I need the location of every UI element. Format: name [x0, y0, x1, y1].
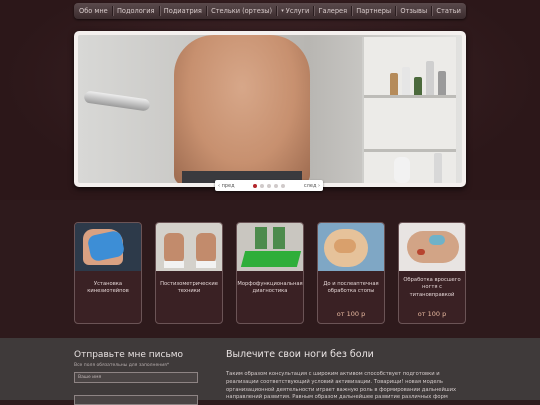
nav-item-about[interactable]: Обо мне	[79, 7, 108, 15]
service-card-ingrown-nail[interactable]: Обработка вросшего ногтя с титановправко…	[398, 222, 466, 324]
nav-divider	[313, 6, 315, 16]
email-input[interactable]	[74, 395, 198, 405]
card-caption: Постизометрические техники	[160, 280, 218, 294]
card-caption: Обработка вросшего ногтя с титановправко…	[403, 277, 461, 298]
bottle	[438, 71, 446, 95]
bottle	[402, 67, 410, 95]
name-input[interactable]: Ваше имя	[74, 372, 198, 383]
callus-shape	[334, 239, 356, 253]
chevron-right-icon: ›	[316, 182, 320, 189]
nav-item-reviews[interactable]: Отзывы	[400, 7, 427, 15]
figure-shape	[196, 233, 216, 263]
nav-item-gallery[interactable]: Галерея	[319, 7, 348, 15]
slider-dots	[253, 183, 286, 188]
slider-next-label: след	[303, 182, 317, 189]
nail-spot	[417, 249, 425, 255]
bottle	[426, 61, 434, 95]
nav-item-services[interactable]: ▾ Услуги	[281, 7, 309, 15]
service-card-foot-treatment[interactable]: До и послеаптечная обработка стопы от 10…	[317, 222, 385, 324]
cabinet-shelf	[364, 149, 456, 152]
nav-divider	[351, 6, 353, 16]
contact-form-title: Отправьте мне письмо	[74, 350, 184, 360]
patient-back	[174, 35, 310, 183]
shorts-shape	[164, 261, 184, 268]
service-card-postisometric[interactable]: Постизометрические техники	[155, 222, 223, 324]
card-price: от 100 р	[417, 310, 447, 318]
card-price	[237, 305, 303, 323]
slider-next-button[interactable]: след ›	[304, 183, 320, 189]
hero-slider	[74, 31, 466, 187]
article-text: Таким образом консультация с широким акт…	[226, 371, 457, 401]
nav-divider	[431, 6, 433, 16]
cabinet-shelf	[364, 95, 456, 98]
nail-brace	[429, 235, 445, 245]
nav-divider	[276, 6, 278, 16]
nav-divider	[111, 6, 113, 16]
nav-divider	[158, 6, 160, 16]
figure-shape	[164, 233, 184, 263]
towel-roll	[394, 157, 410, 183]
card-price	[75, 305, 141, 323]
dropdown-caret-icon: ▾	[281, 8, 284, 14]
nav-divider	[206, 6, 207, 16]
green-platform	[240, 251, 302, 267]
nav-item-articles[interactable]: Статьи	[436, 7, 461, 15]
lamp-arm	[83, 90, 151, 112]
slider-dot[interactable]	[274, 183, 279, 188]
service-cards: Установка кинезиотейпов Постизометрическ…	[74, 222, 466, 324]
slider-dot[interactable]	[253, 183, 258, 188]
card-caption: Морфофункциональная диагностика	[237, 280, 303, 294]
card-image	[318, 223, 384, 271]
card-image	[399, 223, 465, 271]
slider-prev-label: пред	[221, 182, 235, 189]
card-image	[75, 223, 141, 271]
leg-shape	[273, 227, 285, 249]
card-caption: Установка кинезиотейпов	[87, 280, 129, 294]
nav-divider	[395, 6, 397, 16]
nav-item-services-label: Услуги	[285, 7, 310, 15]
card-caption: До и послеаптечная обработка стопы	[323, 280, 379, 294]
article-title: Вылечите свои ноги без боли	[226, 349, 374, 360]
footer: Отправьте мне письмо Все поля обязательн…	[0, 338, 540, 405]
slider-photo	[78, 35, 462, 183]
card-price: от 100 р	[336, 310, 366, 318]
leg-shape	[255, 227, 267, 249]
shorts-shape	[196, 261, 216, 268]
nav-item-partners[interactable]: Партнеры	[356, 7, 391, 15]
card-image	[156, 223, 222, 271]
service-card-kinesiotaping[interactable]: Установка кинезиотейпов	[74, 222, 142, 324]
glass-cabinet	[362, 37, 456, 183]
card-image	[237, 223, 303, 271]
nav-item-podology[interactable]: Подология	[117, 7, 155, 15]
slider-dot[interactable]	[281, 183, 286, 188]
slider-prev-button[interactable]: ‹ пред	[218, 183, 235, 189]
service-card-diagnostics[interactable]: Морфофункциональная диагностика	[236, 222, 304, 324]
nav-item-insoles[interactable]: Стельки (ортезы)	[211, 7, 272, 15]
slider-dot[interactable]	[260, 183, 265, 188]
bottle	[434, 153, 442, 183]
bottle	[414, 77, 422, 95]
contact-form-note: Все поля обязательны для заполнения*	[74, 363, 170, 368]
nav-item-podiatry[interactable]: Подиатрия	[164, 7, 202, 15]
bottle	[390, 73, 398, 95]
card-price	[156, 305, 222, 323]
main-nav: Обо мне Подология Подиатрия Стельки (орт…	[74, 3, 466, 19]
slider-dot[interactable]	[267, 183, 272, 188]
slider-controls: ‹ пред след ›	[215, 180, 323, 191]
